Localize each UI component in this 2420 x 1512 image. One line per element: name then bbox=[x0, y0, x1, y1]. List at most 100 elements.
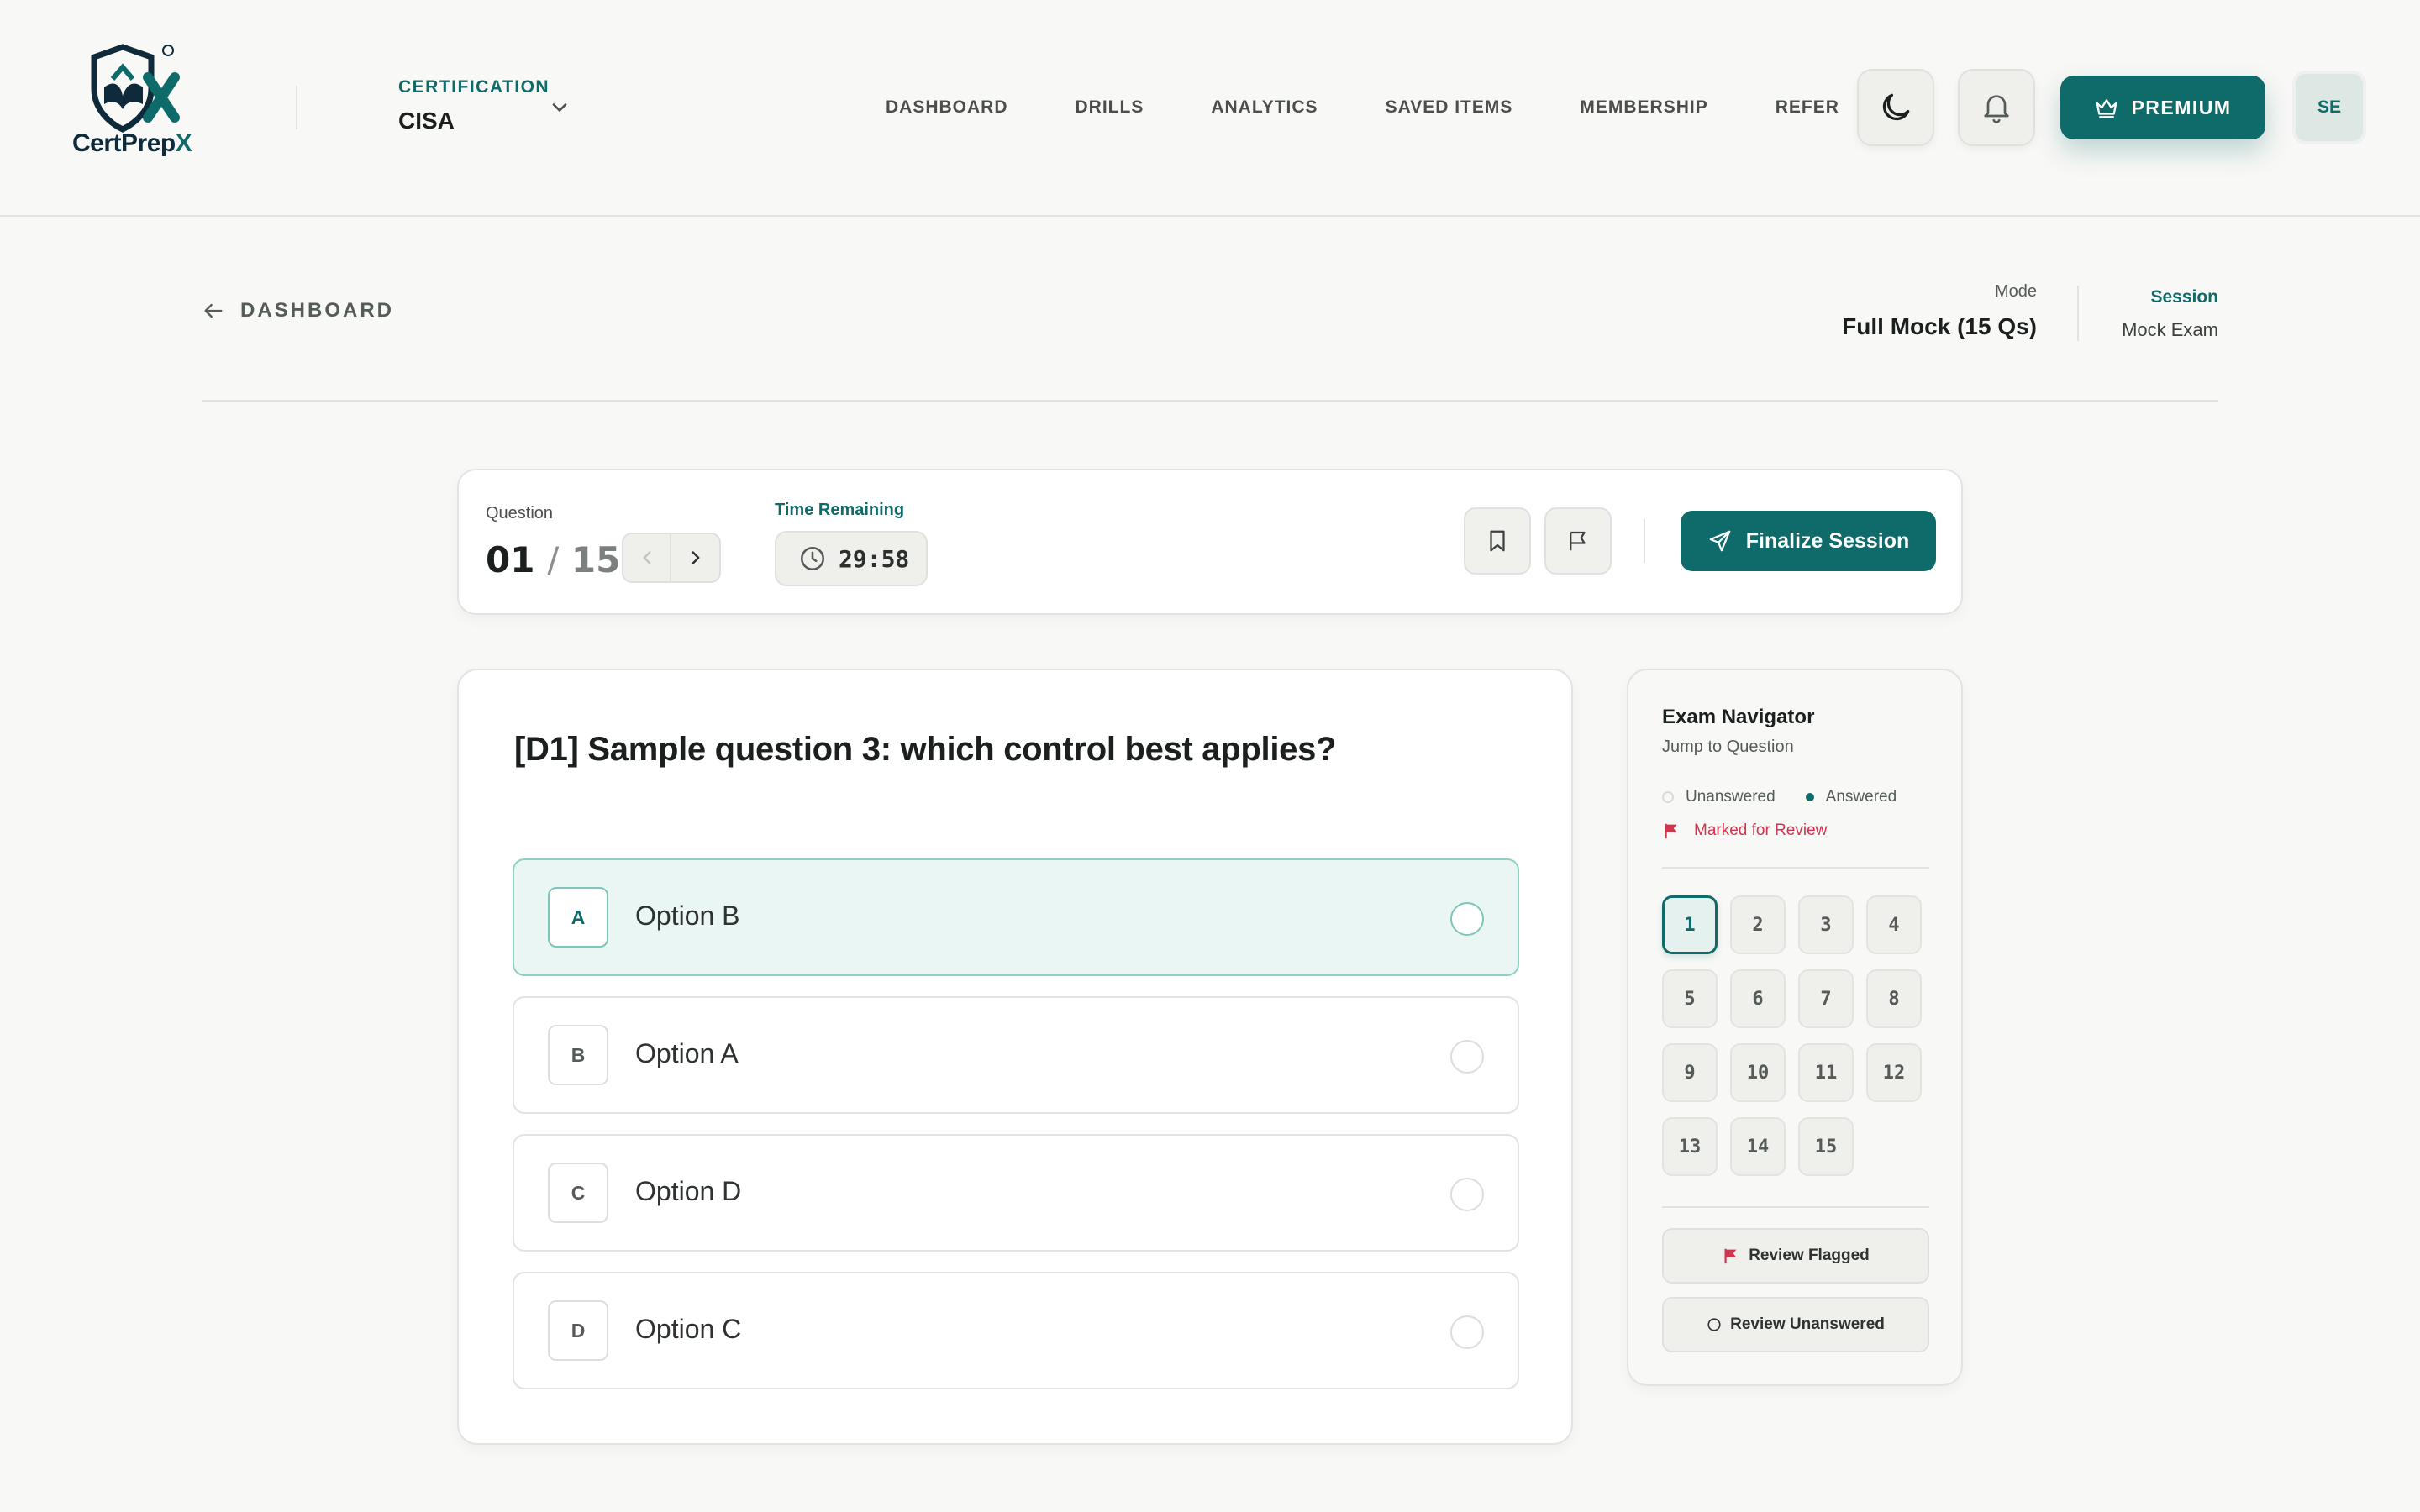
option-radio[interactable] bbox=[1450, 902, 1484, 936]
certification-value: CISA bbox=[398, 108, 455, 134]
previous-question-button[interactable] bbox=[623, 534, 672, 581]
option-letter: B bbox=[548, 1025, 608, 1085]
nav-saved-items[interactable]: SAVED ITEMS bbox=[1386, 97, 1513, 118]
session-label: Session bbox=[2150, 287, 2218, 307]
section-divider bbox=[202, 400, 2218, 402]
nav-dashboard[interactable]: DASHBOARD bbox=[886, 97, 1008, 118]
session-value: Mock Exam bbox=[2122, 319, 2218, 340]
brand-name: CertPrepX bbox=[72, 129, 192, 158]
bookmark-icon bbox=[1490, 530, 1505, 552]
question-counter: 01 / 15 bbox=[486, 539, 620, 580]
nav-question-4[interactable]: 4 bbox=[1866, 895, 1922, 954]
option-text: Option D bbox=[635, 1176, 742, 1206]
bookmark-button[interactable] bbox=[1464, 507, 1531, 575]
main-nav: DASHBOARD DRILLS ANALYTICS SAVED ITEMS M… bbox=[886, 97, 1907, 118]
review-flagged-button[interactable]: Review Flagged bbox=[1662, 1228, 1929, 1284]
brand-name-suffix: X bbox=[175, 129, 192, 157]
answer-option-c[interactable]: C Option D bbox=[513, 1134, 1519, 1252]
notifications-button[interactable] bbox=[1958, 69, 2035, 146]
exam-navigator: Exam Navigator Jump to Question Unanswer… bbox=[1627, 669, 1963, 1386]
question-card: [D1] Sample question 3: which control be… bbox=[457, 669, 1573, 1445]
question-separator: / bbox=[547, 539, 560, 580]
nav-refer[interactable]: REFER bbox=[1776, 97, 1839, 118]
flag-for-review-button[interactable] bbox=[1544, 507, 1612, 575]
navigator-subtitle: Jump to Question bbox=[1662, 738, 1794, 756]
review-unanswered-label: Review Unanswered bbox=[1730, 1315, 1885, 1333]
review-flagged-label: Review Flagged bbox=[1749, 1247, 1870, 1264]
shield-logo-icon bbox=[91, 44, 180, 133]
nav-drills[interactable]: DRILLS bbox=[1076, 97, 1144, 118]
answered-dot-icon bbox=[1805, 793, 1814, 801]
top-header: CertPrepX CERTIFICATION CISA DASHBOARD D… bbox=[0, 0, 2420, 217]
navigator-legend: Unanswered Answered bbox=[1662, 788, 1897, 806]
option-letter: A bbox=[548, 887, 608, 948]
bell-icon bbox=[1984, 95, 2009, 123]
nav-question-9[interactable]: 9 bbox=[1662, 1043, 1718, 1102]
question-total: 15 bbox=[571, 539, 621, 580]
nav-question-15[interactable]: 15 bbox=[1798, 1117, 1854, 1176]
user-avatar[interactable]: SE bbox=[2292, 71, 2366, 144]
premium-button[interactable]: PREMIUM bbox=[2060, 76, 2265, 139]
nav-question-6[interactable]: 6 bbox=[1730, 969, 1786, 1028]
red-flag-icon bbox=[1665, 823, 1677, 839]
navigator-divider bbox=[1662, 867, 1929, 869]
red-flag-icon bbox=[1724, 1248, 1737, 1264]
nav-question-12[interactable]: 12 bbox=[1866, 1043, 1922, 1102]
send-icon bbox=[1709, 530, 1731, 552]
arrow-left-icon bbox=[204, 303, 223, 318]
certification-selector[interactable]: CERTIFICATION CISA bbox=[398, 77, 550, 134]
nav-question-14[interactable]: 14 bbox=[1730, 1117, 1786, 1176]
question-label: Question bbox=[486, 504, 554, 522]
empty-circle-icon bbox=[1707, 1318, 1721, 1331]
nav-question-13[interactable]: 13 bbox=[1662, 1117, 1718, 1176]
nav-question-7[interactable]: 7 bbox=[1798, 969, 1854, 1028]
option-letter: C bbox=[548, 1163, 608, 1223]
crown-icon bbox=[2096, 99, 2118, 118]
legend-answered: Answered bbox=[1825, 788, 1897, 806]
time-remaining-label: Time Remaining bbox=[775, 501, 905, 519]
option-radio[interactable] bbox=[1450, 1178, 1484, 1211]
nav-question-1[interactable]: 1 bbox=[1662, 895, 1718, 954]
question-current: 01 bbox=[486, 539, 535, 580]
premium-label: PREMIUM bbox=[2131, 96, 2232, 118]
option-text: Option A bbox=[635, 1038, 739, 1068]
theme-toggle-button[interactable] bbox=[1857, 69, 1934, 146]
nav-analytics[interactable]: ANALYTICS bbox=[1211, 97, 1318, 118]
mode-value: Full Mock (15 Qs) bbox=[1842, 313, 2037, 339]
back-to-dashboard-link[interactable]: DASHBOARD bbox=[202, 299, 394, 323]
clock-icon bbox=[800, 546, 825, 571]
mode-label: Mode bbox=[1994, 282, 2037, 301]
question-text: [D1] Sample question 3: which control be… bbox=[514, 731, 1337, 768]
question-pager bbox=[622, 533, 721, 583]
flag-icon bbox=[1570, 531, 1586, 551]
nav-question-11[interactable]: 11 bbox=[1798, 1043, 1854, 1102]
mode-info: Mode Full Mock (15 Qs) bbox=[1842, 282, 2037, 340]
mode-divider bbox=[2077, 286, 2079, 341]
nav-question-2[interactable]: 2 bbox=[1730, 895, 1786, 954]
brand-name-prefix: CertPrep bbox=[72, 129, 176, 157]
next-question-button[interactable] bbox=[671, 534, 719, 581]
timer-value: 29:58 bbox=[839, 544, 910, 573]
nav-question-8[interactable]: 8 bbox=[1866, 969, 1922, 1028]
answer-option-d[interactable]: D Option C bbox=[513, 1272, 1519, 1389]
finalize-session-button[interactable]: Finalize Session bbox=[1681, 511, 1936, 571]
chevron-right-icon bbox=[692, 551, 699, 564]
toolbar-divider bbox=[1644, 519, 1645, 563]
option-text: Option B bbox=[635, 900, 740, 931]
chevron-down-icon[interactable] bbox=[548, 96, 571, 119]
option-text: Option C bbox=[635, 1314, 742, 1344]
session-info: Session Mock Exam bbox=[2122, 287, 2218, 341]
answer-option-a[interactable]: A Option B bbox=[513, 858, 1519, 976]
nav-question-3[interactable]: 3 bbox=[1798, 895, 1854, 954]
navigator-divider bbox=[1662, 1206, 1929, 1208]
review-unanswered-button[interactable]: Review Unanswered bbox=[1662, 1297, 1929, 1352]
nav-question-10[interactable]: 10 bbox=[1730, 1043, 1786, 1102]
finalize-label: Finalize Session bbox=[1745, 528, 1910, 553]
moon-icon bbox=[1882, 93, 1910, 121]
option-radio[interactable] bbox=[1450, 1315, 1484, 1349]
answer-option-b[interactable]: B Option A bbox=[513, 996, 1519, 1114]
nav-question-5[interactable]: 5 bbox=[1662, 969, 1718, 1028]
exam-toolbar: Question 01 / 15 Time Remaining 29:58 Fi… bbox=[457, 469, 1963, 615]
nav-membership[interactable]: MEMBERSHIP bbox=[1580, 97, 1707, 118]
option-radio[interactable] bbox=[1450, 1040, 1484, 1074]
